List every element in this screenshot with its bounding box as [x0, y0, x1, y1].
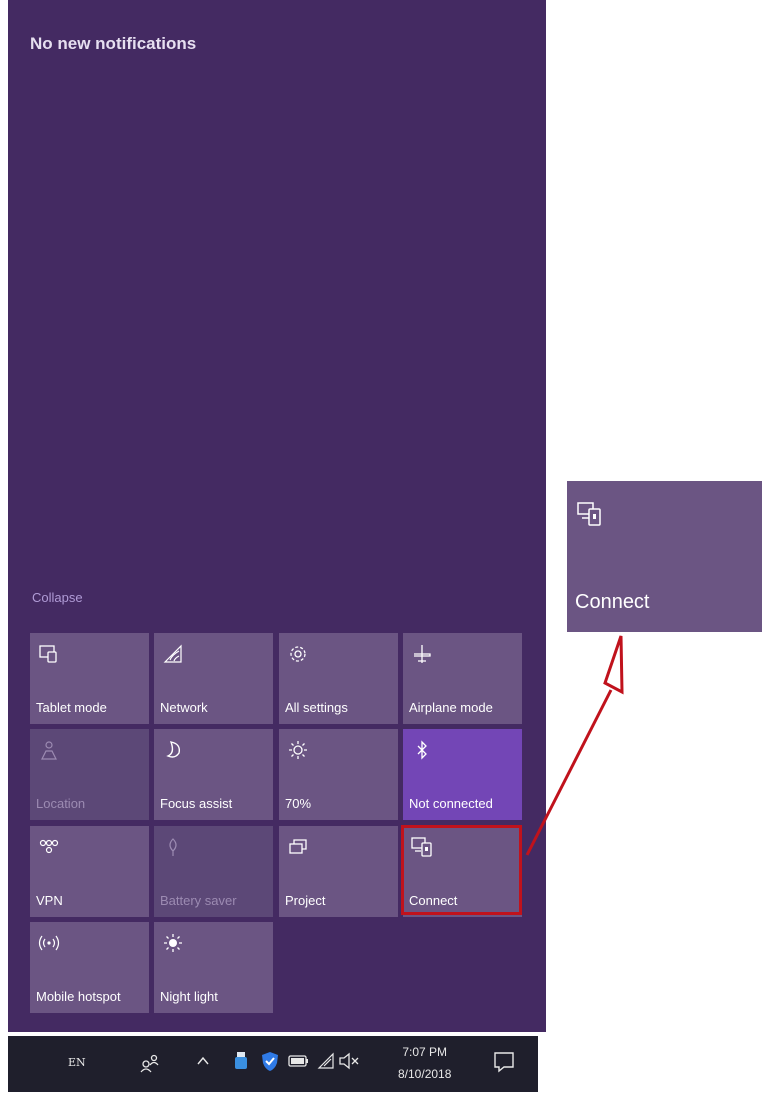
project-icon: [289, 839, 307, 854]
connect-icon: [577, 502, 601, 526]
quick-action-connect[interactable]: Connect: [403, 826, 522, 917]
hotspot-icon: [38, 935, 60, 951]
moon-icon: [166, 741, 181, 758]
callout-label: Connect: [575, 591, 650, 613]
wifi-icon[interactable]: [316, 1051, 336, 1071]
tile-label: 70%: [285, 796, 312, 811]
connect-icon: [411, 837, 432, 857]
quick-action-network[interactable]: Network: [154, 633, 273, 724]
quick-action-location[interactable]: Location: [30, 729, 149, 820]
tile-label: Network: [160, 700, 208, 715]
gear-icon: [290, 646, 306, 662]
quick-action-vpn[interactable]: VPN: [30, 826, 149, 917]
quick-action-70[interactable]: 70%: [279, 729, 398, 820]
tile-label: Airplane mode: [409, 700, 493, 715]
tile-label: Location: [36, 796, 86, 811]
quick-action-project[interactable]: Project: [279, 826, 398, 917]
people-icon[interactable]: [138, 1050, 162, 1074]
tile-label: Project: [285, 893, 326, 908]
bluetooth-icon: [417, 740, 427, 760]
battery-saver-icon: [169, 838, 177, 856]
quick-action-battery-saver[interactable]: Battery saver: [154, 826, 273, 917]
tile-label: Tablet mode: [36, 700, 107, 715]
collapse-link[interactable]: Collapse: [32, 590, 83, 605]
quick-action-tablet-mode[interactable]: Tablet mode: [30, 633, 149, 724]
battery-icon[interactable]: [288, 1052, 310, 1070]
quick-action-focus-assist[interactable]: Focus assist: [154, 729, 273, 820]
quick-action-mobile-hotspot[interactable]: Mobile hotspot: [30, 922, 149, 1013]
clock-date: 8/10/2018: [398, 1067, 452, 1081]
taskbar: EN 7:07 PM 8/10/2018: [8, 1036, 538, 1092]
tile-label: Not connected: [409, 796, 493, 811]
tile-label: Mobile hotspot: [36, 989, 121, 1004]
tile-label: Night light: [160, 989, 218, 1004]
action-center-icon[interactable]: [492, 1050, 516, 1074]
usb-drive-icon[interactable]: [234, 1050, 248, 1072]
tile-label: Battery saver: [160, 893, 237, 908]
clock[interactable]: 7:07 PM 8/10/2018: [398, 1041, 451, 1085]
quick-action-all-settings[interactable]: All settings: [279, 633, 398, 724]
shield-icon[interactable]: [260, 1050, 280, 1072]
tile-label: All settings: [285, 700, 348, 715]
quick-action-night-light[interactable]: Night light: [154, 922, 273, 1013]
language-indicator[interactable]: EN: [68, 1056, 86, 1069]
tile-label: Focus assist: [160, 796, 233, 811]
tile-label: VPN: [36, 893, 63, 908]
tablet-mode-icon: [39, 645, 57, 663]
quick-action-airplane-mode[interactable]: Airplane mode: [403, 633, 522, 724]
volume-muted-icon[interactable]: [338, 1052, 362, 1070]
connect-callout-tile: Connect: [567, 481, 762, 632]
tile-label: Connect: [409, 893, 458, 908]
location-icon: [41, 741, 57, 760]
airplane-icon: [414, 645, 431, 663]
clock-time: 7:07 PM: [402, 1045, 448, 1059]
network-icon: [163, 644, 182, 663]
quick-action-not-connected[interactable]: Not connected: [403, 729, 522, 820]
brightness-icon: [289, 741, 307, 759]
chevron-up-icon[interactable]: [196, 1054, 210, 1068]
vpn-icon: [39, 839, 59, 854]
night-light-icon: [164, 934, 182, 952]
notifications-title: No new notifications: [30, 34, 197, 53]
